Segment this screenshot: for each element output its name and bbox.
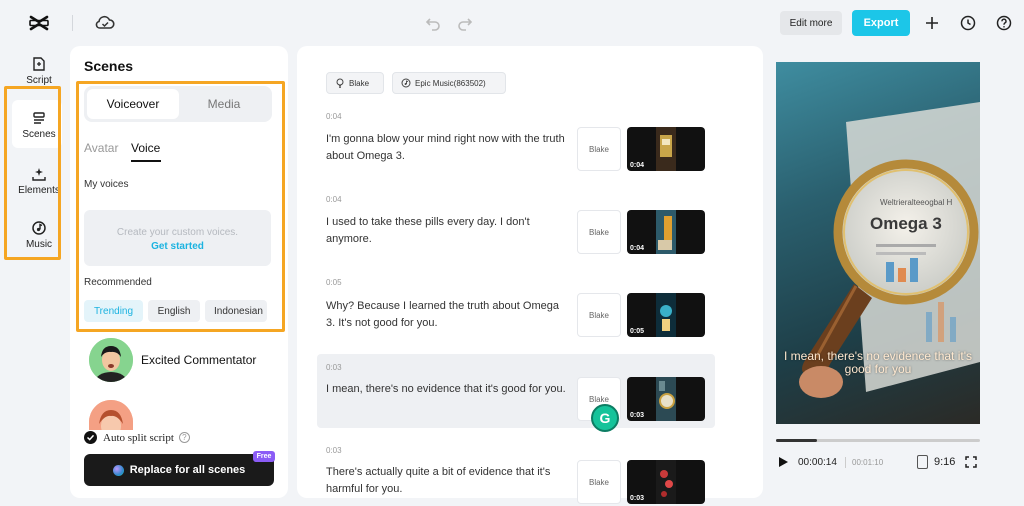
custom-voice-text: Create your custom voices. bbox=[116, 227, 239, 238]
get-started-link[interactable]: Get started bbox=[84, 241, 271, 252]
rail-label-script: Script bbox=[26, 75, 52, 86]
music-disc-icon bbox=[401, 78, 411, 88]
scenes-icon bbox=[33, 112, 45, 124]
ai-orb-icon bbox=[112, 464, 124, 476]
scene-voice-button[interactable]: Blake bbox=[577, 293, 621, 337]
help-icon[interactable] bbox=[994, 13, 1014, 33]
plus-icon[interactable] bbox=[922, 13, 942, 33]
time-separator bbox=[845, 457, 846, 468]
subtab-avatar[interactable]: Avatar bbox=[84, 141, 118, 155]
scene-voice-button[interactable]: Blake bbox=[577, 127, 621, 171]
scene-thumbnail[interactable]: 0:04 bbox=[627, 210, 705, 254]
music-pill[interactable]: Epic Music(863502) bbox=[392, 72, 506, 94]
scene-duration: 0:04 bbox=[630, 162, 645, 169]
fullscreen-icon[interactable] bbox=[965, 456, 977, 468]
custom-voice-card[interactable]: Create your custom voices. Get started bbox=[84, 210, 271, 266]
voice-name[interactable]: Excited Commentator bbox=[141, 353, 256, 367]
video-frame bbox=[656, 293, 676, 337]
history-icon[interactable] bbox=[958, 13, 978, 33]
cloud-sync-icon[interactable] bbox=[94, 12, 116, 34]
scene-time: 0:03 bbox=[326, 446, 342, 455]
sheet-heading: Weltrieralteeogbal H bbox=[880, 198, 953, 207]
elements-icon bbox=[32, 168, 46, 181]
scene-duration: 0:03 bbox=[630, 412, 645, 419]
tab-voiceover[interactable]: Voiceover bbox=[87, 89, 179, 119]
play-icon[interactable] bbox=[777, 456, 789, 468]
current-time: 00:00:14 bbox=[798, 457, 837, 468]
scene-text[interactable]: I mean, there's no evidence that it's go… bbox=[326, 381, 570, 398]
scene-thumbnail[interactable]: 0:03 bbox=[627, 377, 705, 421]
checkmark-icon[interactable] bbox=[84, 431, 97, 444]
auto-split-label: Auto split script bbox=[103, 431, 174, 444]
rail-label-elements: Elements bbox=[18, 185, 60, 196]
voice-pill[interactable]: Blake bbox=[326, 72, 384, 94]
scene-duration: 0:03 bbox=[630, 495, 645, 502]
avatar-illustration bbox=[89, 338, 133, 382]
script-panel bbox=[297, 46, 763, 498]
rail-item-elements[interactable]: Elements bbox=[10, 166, 68, 196]
video-frame bbox=[656, 210, 676, 254]
replace-all-scenes-button[interactable]: Replace for all scenes bbox=[84, 454, 274, 486]
music-icon bbox=[32, 221, 46, 235]
aspect-ratio-icon[interactable] bbox=[917, 455, 928, 469]
scene-thumbnail[interactable]: 0:03 bbox=[627, 460, 705, 504]
help-circle-icon[interactable]: ? bbox=[178, 432, 190, 443]
rail-item-music[interactable]: Music bbox=[10, 220, 68, 250]
scene-voice-button[interactable]: Blake bbox=[577, 460, 621, 504]
scene-time: 0:05 bbox=[326, 278, 342, 287]
video-frame bbox=[656, 127, 676, 171]
undo-icon[interactable] bbox=[424, 14, 442, 32]
subtab-active-underline bbox=[131, 160, 161, 162]
replace-all-scenes-label: Replace for all scenes bbox=[129, 464, 246, 476]
auto-split-option[interactable]: Auto split script ? bbox=[84, 431, 190, 444]
scenes-panel-title: Scenes bbox=[84, 58, 134, 74]
export-button[interactable]: Export bbox=[852, 10, 910, 36]
preview-caption: I mean, there's no evidence that it's go… bbox=[783, 349, 973, 376]
recommended-label: Recommended bbox=[84, 277, 152, 288]
scene-duration: 0:05 bbox=[630, 328, 645, 335]
scene-duration: 0:04 bbox=[630, 245, 645, 252]
chip-trending[interactable]: Trending bbox=[84, 300, 143, 322]
aspect-ratio-label[interactable]: 9:16 bbox=[934, 456, 955, 468]
voice-bulb-icon bbox=[336, 78, 344, 88]
scene-time: 0:03 bbox=[326, 363, 342, 372]
redo-icon[interactable] bbox=[456, 14, 474, 32]
total-time: 00:01:10 bbox=[852, 458, 884, 467]
scene-time: 0:04 bbox=[326, 112, 342, 121]
my-voices-label: My voices bbox=[84, 179, 129, 190]
top-bar: Edit more Export bbox=[0, 0, 1024, 46]
edit-more-button[interactable]: Edit more bbox=[780, 11, 842, 35]
subtab-voice[interactable]: Voice bbox=[131, 141, 160, 155]
playback-progress-fill bbox=[776, 439, 817, 442]
toolbar-divider bbox=[72, 15, 73, 31]
video-frame bbox=[656, 377, 676, 421]
scene-time: 0:04 bbox=[326, 195, 342, 204]
rail-item-scenes[interactable]: Scenes bbox=[10, 110, 68, 140]
capcut-logo-icon[interactable] bbox=[28, 12, 50, 34]
scene-text[interactable]: Why? Because I learned the truth about O… bbox=[326, 298, 570, 332]
voice-avatar[interactable] bbox=[89, 338, 133, 382]
rail-label-scenes: Scenes bbox=[22, 129, 56, 140]
rail-label-music: Music bbox=[25, 239, 53, 250]
tab-media[interactable]: Media bbox=[180, 89, 268, 119]
music-pill-label: Epic Music(863502) bbox=[415, 78, 486, 88]
scene-text[interactable]: I used to take these pills every day. I … bbox=[326, 214, 570, 248]
grammarly-icon[interactable]: G bbox=[591, 404, 619, 432]
video-frame bbox=[656, 460, 676, 504]
scene-text[interactable]: There's actually quite a bit of evidence… bbox=[326, 464, 570, 498]
omega-title: Omega 3 bbox=[870, 214, 942, 233]
scene-thumbnail[interactable]: 0:05 bbox=[627, 293, 705, 337]
scene-voice-button[interactable]: Blake bbox=[577, 210, 621, 254]
script-icon bbox=[33, 57, 45, 71]
voice-pill-label: Blake bbox=[349, 78, 370, 88]
rail-item-script[interactable]: Script bbox=[10, 56, 68, 86]
scene-text[interactable]: I'm gonna blow your mind right now with … bbox=[326, 131, 570, 165]
free-badge: Free bbox=[253, 451, 275, 462]
scene-thumbnail[interactable]: 0:04 bbox=[627, 127, 705, 171]
chip-indonesian[interactable]: Indonesian bbox=[205, 300, 267, 322]
chip-english[interactable]: English bbox=[148, 300, 200, 322]
